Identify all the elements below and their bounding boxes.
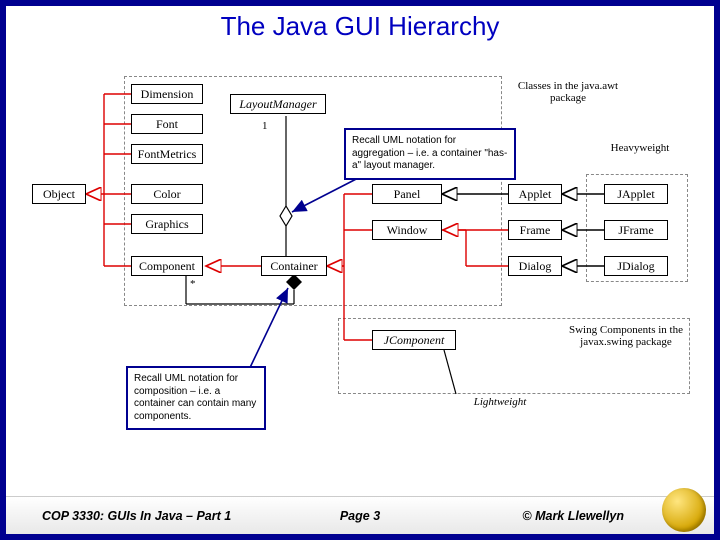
box-window: Window bbox=[372, 220, 442, 240]
box-graphics: Graphics bbox=[131, 214, 203, 234]
light-label-text: Lightweight bbox=[474, 396, 527, 408]
swing-label: Swing Components in the javax.swing pack… bbox=[566, 324, 686, 348]
multiplicity-star: * bbox=[190, 278, 196, 290]
footer-copyright: © Mark Llewellyn bbox=[522, 509, 624, 523]
callout-aggregation: Recall UML notation for aggregation – i.… bbox=[344, 128, 516, 180]
box-frame: Frame bbox=[508, 220, 562, 240]
callout-composition: Recall UML notation for composition – i.… bbox=[126, 366, 266, 430]
box-applet: Applet bbox=[508, 184, 562, 204]
box-component: Component bbox=[131, 256, 203, 276]
box-jdialog: JDialog bbox=[604, 256, 668, 276]
awt-label: Classes in the java.awt package bbox=[508, 80, 628, 104]
box-jcomponent: JComponent bbox=[372, 330, 456, 350]
box-panel: Panel bbox=[372, 184, 442, 204]
box-font: Font bbox=[131, 114, 203, 134]
ucf-logo-icon bbox=[662, 488, 706, 532]
footer: COP 3330: GUIs In Java – Part 1 Page 3 ©… bbox=[6, 496, 714, 534]
uml-diagram: Classes in the java.awt package Heavywei… bbox=[26, 66, 696, 466]
layoutmgr-text: LayoutManager bbox=[239, 97, 316, 112]
box-dialog: Dialog bbox=[508, 256, 562, 276]
multiplicity-one: 1 bbox=[262, 120, 268, 132]
box-color: Color bbox=[131, 184, 203, 204]
heavy-label: Heavyweight bbox=[600, 142, 680, 154]
box-object: Object bbox=[32, 184, 86, 204]
box-layoutmgr: LayoutManager bbox=[230, 94, 326, 114]
box-container: Container bbox=[261, 256, 327, 276]
box-jframe: JFrame bbox=[604, 220, 668, 240]
jcomponent-text: JComponent bbox=[384, 333, 445, 348]
box-fontmetrics: FontMetrics bbox=[131, 144, 203, 164]
box-japplet: JApplet bbox=[604, 184, 668, 204]
slide: The Java GUI Hierarchy Classes in the ja… bbox=[0, 0, 720, 540]
box-dimension: Dimension bbox=[131, 84, 203, 104]
light-label: Lightweight bbox=[460, 396, 540, 408]
slide-title: The Java GUI Hierarchy bbox=[6, 11, 714, 42]
